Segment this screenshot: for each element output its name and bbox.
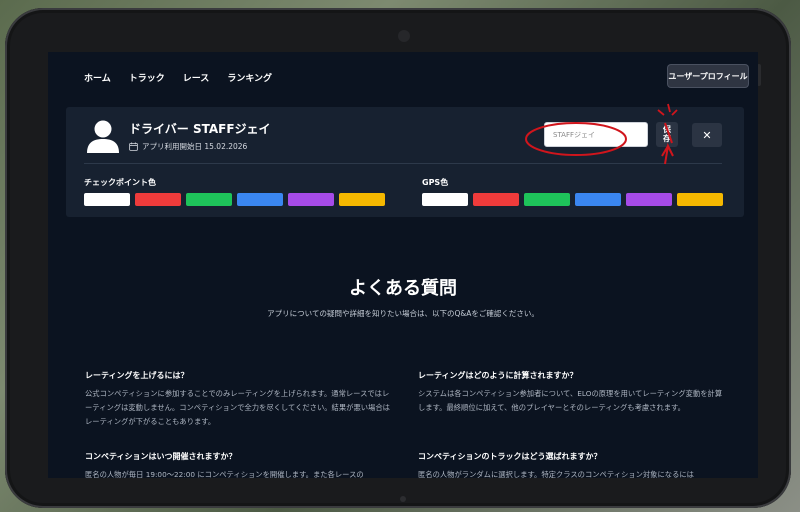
gps-color-swatch[interactable] xyxy=(524,193,570,206)
checkpoint-color-swatch[interactable] xyxy=(288,193,334,206)
gps-color-label: GPS色 xyxy=(422,178,449,187)
faq-question-2: レーティングはどのように計算されますか？ xyxy=(418,371,578,380)
gps-color-swatch[interactable] xyxy=(422,193,468,206)
user-profile-button[interactable]: ユーザープロフィール xyxy=(668,65,748,87)
user-avatar-icon xyxy=(87,120,119,153)
checkpoint-color-swatch[interactable] xyxy=(186,193,232,206)
nav-link-tracks[interactable]: トラック xyxy=(129,71,165,84)
top-navigation: ホーム トラック レース ランキング ユーザープロフィール xyxy=(48,52,758,102)
profile-card: ドライバー STAFFジェイ アプリ利用開始日 15.02.2026 STAFF… xyxy=(66,107,744,217)
nav-link-home[interactable]: ホーム xyxy=(84,71,111,84)
faq-answer-4: 匿名の人物がランダムに選択します。特定クラスのコンペティション対象になるには xyxy=(418,470,694,478)
display-name-input[interactable]: STAFFジェイ xyxy=(544,122,648,147)
faq-question-3: コンペティションはいつ開催されますか？ xyxy=(85,452,237,461)
camera-icon xyxy=(398,30,410,42)
save-button[interactable]: 保 存 xyxy=(656,122,678,147)
tablet-frame: ホーム トラック レース ランキング ユーザープロフィール ドライバー STAF… xyxy=(5,8,791,508)
divider xyxy=(84,163,722,164)
faq-subtitle: アプリについての疑問や詳細を知りたい場合は、以下のQ&Aをご確認ください。 xyxy=(267,309,539,318)
faq-answer-2: システムは各コンペティション参加者について、ELOの原理を用いてレーティング変動… xyxy=(418,389,723,412)
faq-question-4: コンペティションのトラックはどう選ばれますか？ xyxy=(418,452,602,461)
nav-links: ホーム トラック レース ランキング xyxy=(84,71,272,84)
faq-answer-1: 公式コンペティションに参加することでのみレーティングを上げられます。通常レースで… xyxy=(85,389,390,426)
checkpoint-color-swatch[interactable] xyxy=(135,193,181,206)
gps-color-swatch[interactable] xyxy=(575,193,621,206)
checkpoint-color-swatch[interactable] xyxy=(237,193,283,206)
checkpoint-color-label: チェックポイント色 xyxy=(84,178,156,187)
close-button[interactable]: ✕ xyxy=(692,123,722,147)
app-screen: ホーム トラック レース ランキング ユーザープロフィール ドライバー STAF… xyxy=(48,52,758,478)
member-since: アプリ利用開始日 15.02.2026 xyxy=(129,141,247,152)
gps-color-swatch[interactable] xyxy=(626,193,672,206)
faq-answer-3: 匿名の人物が毎日 19:00～22:00 にコンペティションを開催します。また各… xyxy=(85,470,364,478)
calendar-icon xyxy=(129,142,138,151)
faq-question-1: レーティングを上げるには？ xyxy=(85,371,189,380)
checkpoint-color-swatches xyxy=(84,193,385,206)
gps-color-swatch[interactable] xyxy=(677,193,723,206)
nav-link-ranking[interactable]: ランキング xyxy=(227,71,272,84)
faq-title: よくある質問 xyxy=(349,278,457,299)
gps-color-swatches xyxy=(422,193,723,206)
gps-color-swatch[interactable] xyxy=(473,193,519,206)
checkpoint-color-swatch[interactable] xyxy=(84,193,130,206)
home-indicator xyxy=(400,496,406,502)
checkpoint-color-swatch[interactable] xyxy=(339,193,385,206)
driver-name: ドライバー STAFFジェイ xyxy=(129,122,271,136)
member-since-text: アプリ利用開始日 15.02.2026 xyxy=(142,142,248,151)
nav-link-races[interactable]: レース xyxy=(183,71,210,84)
